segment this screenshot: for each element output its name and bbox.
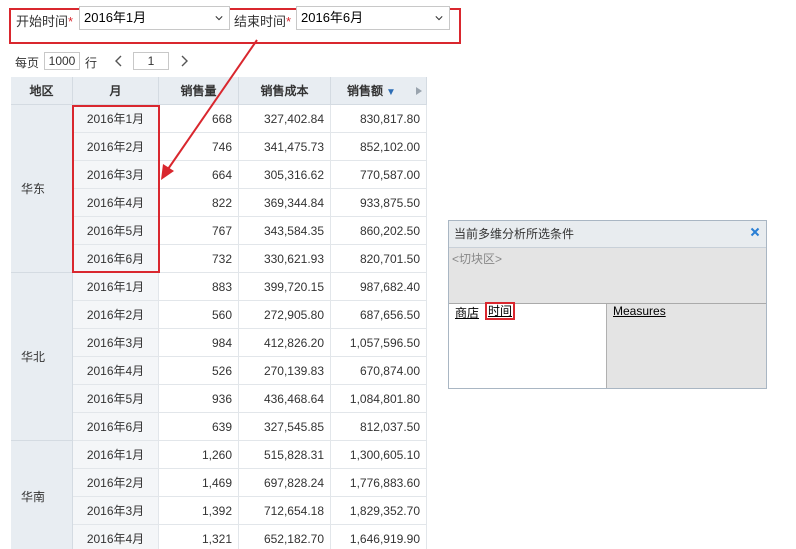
dimension-time[interactable]: 时间 [485,302,516,320]
cell-qty: 822 [159,189,239,217]
cell-qty: 560 [159,301,239,329]
cell-qty: 639 [159,413,239,441]
sort-desc-icon[interactable]: ▼ [386,87,396,98]
cell-qty: 1,321 [159,525,239,549]
start-time-select[interactable]: 2016年1月 [79,6,230,30]
cell-sales: 1,084,801.80 [331,385,427,413]
cell-sales: 933,875.50 [331,189,427,217]
table-row: 2016年5月 936 436,468.64 1,084,801.80 [73,385,427,413]
cell-sales: 770,587.00 [331,161,427,189]
cell-qty: 1,260 [159,441,239,469]
cell-month: 2016年2月 [73,301,159,329]
annotation-arrow-icon [161,39,258,180]
caret-right-icon[interactable] [416,87,422,95]
cell-sales: 860,202.50 [331,217,427,245]
dimension-store[interactable]: 商店 [455,304,479,321]
cell-cost: 369,344.84 [239,189,331,217]
cell-cost: 343,584.35 [239,217,331,245]
cell-sales: 1,300,605.10 [331,441,427,469]
month-highlight-box [72,105,160,273]
rows-label: 行 [85,56,98,70]
region-cell: 华南 [11,441,73,549]
cell-month: 2016年2月 [73,469,159,497]
region-cell: 华北 [11,273,73,441]
table-row: 2016年1月 883 399,720.15 987,682.40 [73,273,427,301]
prev-page-icon[interactable] [114,55,124,67]
cell-month: 2016年4月 [73,525,159,549]
cell-month: 2016年6月 [73,413,159,441]
cell-month: 2016年4月 [73,357,159,385]
cell-qty: 526 [159,357,239,385]
header-region[interactable]: 地区 [11,77,73,105]
column-dimension-area[interactable]: Measures [607,304,766,388]
cell-sales: 670,874.00 [331,357,427,385]
cell-sales: 812,037.50 [331,413,427,441]
cell-sales: 687,656.50 [331,301,427,329]
table-row: 2016年3月 1,392 712,654.18 1,829,352.70 [73,497,427,525]
start-time-label: 开始时间* [16,14,74,29]
cell-month: 2016年1月 [73,441,159,469]
cell-sales: 830,817.80 [331,105,427,133]
cell-cost: 330,621.93 [239,245,331,273]
end-time-label: 结束时间* [234,14,292,29]
row-dimension-area[interactable]: 商店 时间 [449,302,607,388]
cell-month: 2016年3月 [73,329,159,357]
close-icon[interactable] [750,227,760,237]
cell-cost: 270,139.83 [239,357,331,385]
cell-qty: 1,392 [159,497,239,525]
per-page-label: 每页 [15,56,40,70]
slice-placeholder: <切块区> [452,252,503,266]
cell-cost: 515,828.31 [239,441,331,469]
cell-sales: 1,646,919.90 [331,525,427,549]
cell-cost: 697,828.24 [239,469,331,497]
table-row: 2016年4月 526 270,139.83 670,874.00 [73,357,427,385]
cell-qty: 1,469 [159,469,239,497]
per-page-input[interactable]: 1000 [44,52,80,70]
header-month[interactable]: 月 [73,77,159,105]
cell-cost: 652,182.70 [239,525,331,549]
cell-qty: 984 [159,329,239,357]
header-sales[interactable]: 销售额 ▼ [331,77,427,105]
end-time-select[interactable]: 2016年6月 [296,6,450,30]
cell-cost: 399,720.15 [239,273,331,301]
table-row: 2016年3月 984 412,826.20 1,057,596.50 [73,329,427,357]
cell-sales: 852,102.00 [331,133,427,161]
chevron-down-icon [435,16,443,21]
panel-title: 当前多维分析所选条件 [449,221,766,248]
cell-sales: 1,776,883.60 [331,469,427,497]
cell-qty: 767 [159,217,239,245]
analysis-conditions-panel: 当前多维分析所选条件 <切块区> 商店 时间 Measures [448,220,767,389]
slice-area[interactable]: <切块区> [449,248,766,304]
cell-sales: 820,701.50 [331,245,427,273]
cell-qty: 732 [159,245,239,273]
cell-sales: 1,057,596.50 [331,329,427,357]
cell-month: 2016年1月 [73,273,159,301]
dimension-measures[interactable]: Measures [613,304,666,318]
chevron-down-icon [215,16,223,21]
cell-qty: 883 [159,273,239,301]
table-row: 2016年2月 560 272,905.80 687,656.50 [73,301,427,329]
cell-sales: 1,829,352.70 [331,497,427,525]
table-row: 2016年6月 639 327,545.85 812,037.50 [73,413,427,441]
cell-qty: 936 [159,385,239,413]
cell-cost: 327,545.85 [239,413,331,441]
table-row: 2016年1月 1,260 515,828.31 1,300,605.10 [73,441,427,469]
cell-sales: 987,682.40 [331,273,427,301]
table-row: 2016年2月 1,469 697,828.24 1,776,883.60 [73,469,427,497]
cell-cost: 412,826.20 [239,329,331,357]
table-row: 2016年4月 1,321 652,182.70 1,646,919.90 [73,525,427,549]
cell-month: 2016年5月 [73,385,159,413]
cell-cost: 272,905.80 [239,301,331,329]
cell-cost: 712,654.18 [239,497,331,525]
cell-month: 2016年3月 [73,497,159,525]
cell-cost: 436,468.64 [239,385,331,413]
region-cell: 华东 [11,105,73,273]
